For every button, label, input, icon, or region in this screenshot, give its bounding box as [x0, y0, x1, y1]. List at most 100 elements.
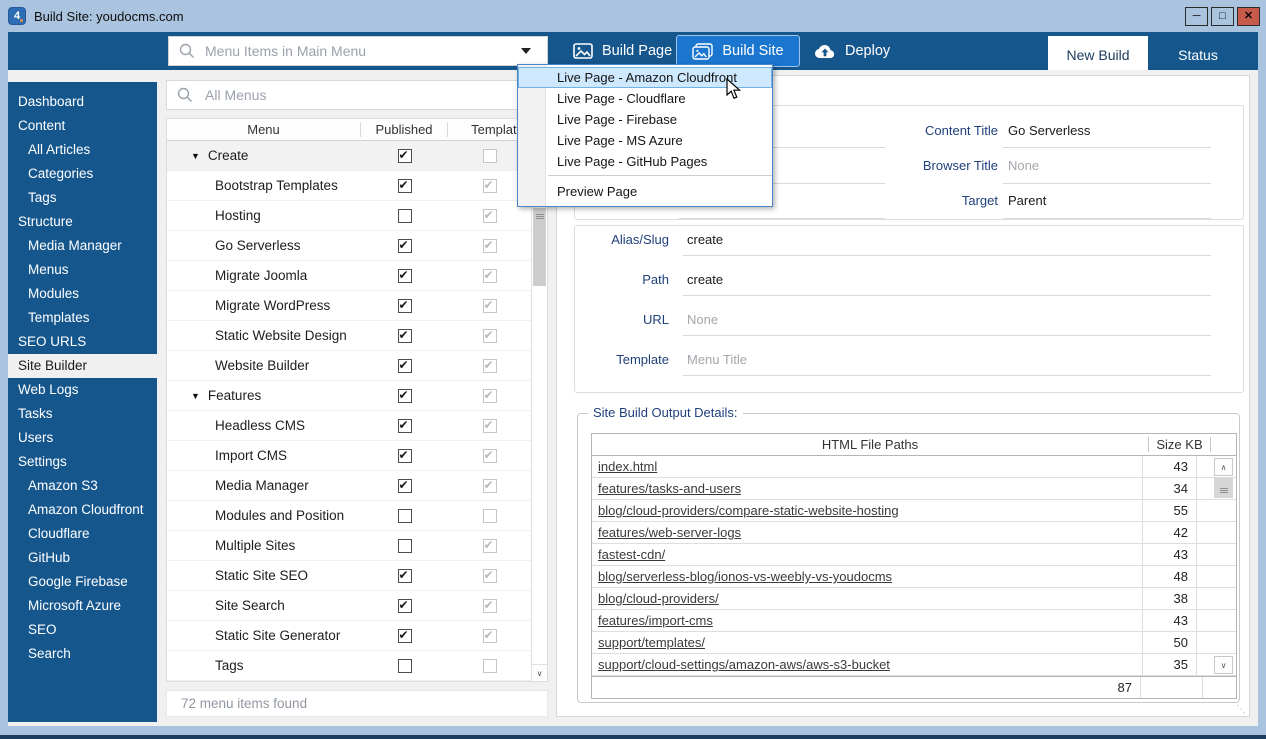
sidebar-item-content[interactable]: Content: [8, 114, 157, 138]
url-value[interactable]: None: [687, 312, 718, 327]
menu-row-import-cms[interactable]: Import CMS: [167, 441, 547, 471]
deploy-button[interactable]: Deploy: [814, 35, 890, 67]
file-path-link[interactable]: support/cloud-settings/amazon-aws/aws-s3…: [598, 657, 890, 672]
file-path-link[interactable]: blog/cloud-providers/compare-static-webs…: [598, 503, 899, 518]
build-menu-item-live-page-firebase[interactable]: Live Page - Firebase: [518, 109, 772, 130]
sidebar-item-site-builder[interactable]: Site Builder: [8, 354, 157, 378]
menu-row-website-builder[interactable]: Website Builder: [167, 351, 547, 381]
file-path-link[interactable]: fastest-cdn/: [598, 547, 665, 562]
published-checkbox[interactable]: [398, 389, 412, 403]
published-checkbox[interactable]: [398, 179, 412, 193]
tab-status[interactable]: Status: [1148, 36, 1248, 74]
published-checkbox[interactable]: [398, 599, 412, 613]
content-title-value[interactable]: Go Serverless: [1008, 123, 1090, 138]
menu-row-migrate-joomla[interactable]: Migrate Joomla: [167, 261, 547, 291]
file-path-link[interactable]: features/tasks-and-users: [598, 481, 741, 496]
sidebar-item-cloudflare[interactable]: Cloudflare: [8, 522, 157, 546]
menu-row-static-site-seo[interactable]: Static Site SEO: [167, 561, 547, 591]
sidebar-item-settings[interactable]: Settings: [8, 450, 157, 474]
all-menus-search[interactable]: All Menus: [166, 80, 548, 110]
maximize-button[interactable]: □: [1211, 7, 1234, 26]
sidebar-item-modules[interactable]: Modules: [8, 282, 157, 306]
sidebar-item-tags[interactable]: Tags: [8, 186, 157, 210]
browser-title-value[interactable]: None: [1008, 158, 1039, 173]
sidebar-item-web-logs[interactable]: Web Logs: [8, 378, 157, 402]
menu-row-site-search[interactable]: Site Search: [167, 591, 547, 621]
menu-row-tags[interactable]: Tags: [167, 651, 547, 681]
menu-table-scrollbar[interactable]: ∧ ∨: [531, 141, 547, 681]
menu-row-features[interactable]: ▼Features: [167, 381, 547, 411]
file-path-link[interactable]: blog/cloud-providers/: [598, 591, 719, 606]
sidebar-item-microsoft-azure[interactable]: Microsoft Azure: [8, 594, 157, 618]
published-checkbox[interactable]: [398, 209, 412, 223]
published-checkbox[interactable]: [398, 659, 412, 673]
menu-row-bootstrap-templates[interactable]: Bootstrap Templates: [167, 171, 547, 201]
build-site-button[interactable]: Build Site: [676, 35, 800, 67]
scroll-down-icon[interactable]: ∨: [532, 664, 547, 681]
scroll-down-icon[interactable]: ∨: [1214, 656, 1233, 674]
published-checkbox[interactable]: [398, 569, 412, 583]
published-checkbox[interactable]: [398, 269, 412, 283]
file-path-link[interactable]: features/web-server-logs: [598, 525, 741, 540]
path-value[interactable]: create: [687, 272, 723, 287]
minimize-button[interactable]: ─: [1185, 7, 1208, 26]
file-path-link[interactable]: index.html: [598, 459, 657, 474]
sidebar-item-categories[interactable]: Categories: [8, 162, 157, 186]
published-checkbox[interactable]: [398, 149, 412, 163]
alias-slug-value[interactable]: create: [687, 232, 723, 247]
menu-row-migrate-wordpress[interactable]: Migrate WordPress: [167, 291, 547, 321]
sidebar-item-seo[interactable]: SEO: [8, 618, 157, 642]
sidebar-item-dashboard[interactable]: Dashboard: [8, 90, 157, 114]
sidebar-item-all-articles[interactable]: All Articles: [8, 138, 157, 162]
menu-row-go-serverless[interactable]: Go Serverless: [167, 231, 547, 261]
sidebar-item-seo-urls[interactable]: SEO URLS: [8, 330, 157, 354]
file-path-link[interactable]: features/import-cms: [598, 613, 713, 628]
close-button[interactable]: ✕: [1237, 7, 1260, 26]
sidebar-item-amazon-cloudfront[interactable]: Amazon Cloudfront: [8, 498, 157, 522]
build-menu-item-preview-page[interactable]: Preview Page: [518, 179, 772, 203]
menu-row-headless-cms[interactable]: Headless CMS: [167, 411, 547, 441]
published-checkbox[interactable]: [398, 539, 412, 553]
menu-row-static-site-generator[interactable]: Static Site Generator: [167, 621, 547, 651]
template-value[interactable]: Menu Title: [687, 352, 747, 367]
build-menu-item-live-page-github-pages[interactable]: Live Page - GitHub Pages: [518, 151, 772, 172]
menu-search-combo[interactable]: Menu Items in Main Menu: [168, 36, 548, 66]
menu-row-media-manager[interactable]: Media Manager: [167, 471, 547, 501]
sidebar-item-users[interactable]: Users: [8, 426, 157, 450]
build-page-button[interactable]: Build Page: [573, 35, 672, 67]
published-checkbox[interactable]: [398, 239, 412, 253]
sidebar-item-media-manager[interactable]: Media Manager: [8, 234, 157, 258]
resize-grip[interactable]: ⋱: [1236, 704, 1246, 715]
scroll-up-icon[interactable]: ∧: [1214, 458, 1233, 476]
sidebar-item-templates[interactable]: Templates: [8, 306, 157, 330]
sidebar-item-github[interactable]: GitHub: [8, 546, 157, 570]
published-checkbox[interactable]: [398, 479, 412, 493]
published-checkbox[interactable]: [398, 329, 412, 343]
published-checkbox[interactable]: [398, 449, 412, 463]
collapse-triangle-icon[interactable]: ▼: [191, 151, 200, 161]
sidebar-item-search[interactable]: Search: [8, 642, 157, 666]
menu-row-create[interactable]: ▼Create: [167, 141, 547, 171]
scrollbar-thumb[interactable]: [533, 208, 546, 286]
sidebar-item-google-firebase[interactable]: Google Firebase: [8, 570, 157, 594]
menu-row-modules-and-position[interactable]: Modules and Position: [167, 501, 547, 531]
published-checkbox[interactable]: [398, 359, 412, 373]
target-value[interactable]: Parent: [1008, 193, 1046, 208]
published-checkbox[interactable]: [398, 419, 412, 433]
sidebar-item-menus[interactable]: Menus: [8, 258, 157, 282]
scrollbar-thumb[interactable]: [1214, 478, 1233, 498]
menu-row-hosting[interactable]: Hosting: [167, 201, 547, 231]
collapse-triangle-icon[interactable]: ▼: [191, 391, 200, 401]
sidebar-item-amazon-s3[interactable]: Amazon S3: [8, 474, 157, 498]
file-path-link[interactable]: support/templates/: [598, 635, 705, 650]
sidebar-item-structure[interactable]: Structure: [8, 210, 157, 234]
build-menu-item-live-page-ms-azure[interactable]: Live Page - MS Azure: [518, 130, 772, 151]
published-checkbox[interactable]: [398, 629, 412, 643]
published-checkbox[interactable]: [398, 509, 412, 523]
chevron-down-icon[interactable]: [521, 48, 531, 54]
published-checkbox[interactable]: [398, 299, 412, 313]
sidebar-item-tasks[interactable]: Tasks: [8, 402, 157, 426]
output-table-scrollbar[interactable]: ∧ ∨: [1213, 457, 1235, 676]
menu-row-static-website-design[interactable]: Static Website Design: [167, 321, 547, 351]
file-path-link[interactable]: blog/serverless-blog/ionos-vs-weebly-vs-…: [598, 569, 892, 584]
